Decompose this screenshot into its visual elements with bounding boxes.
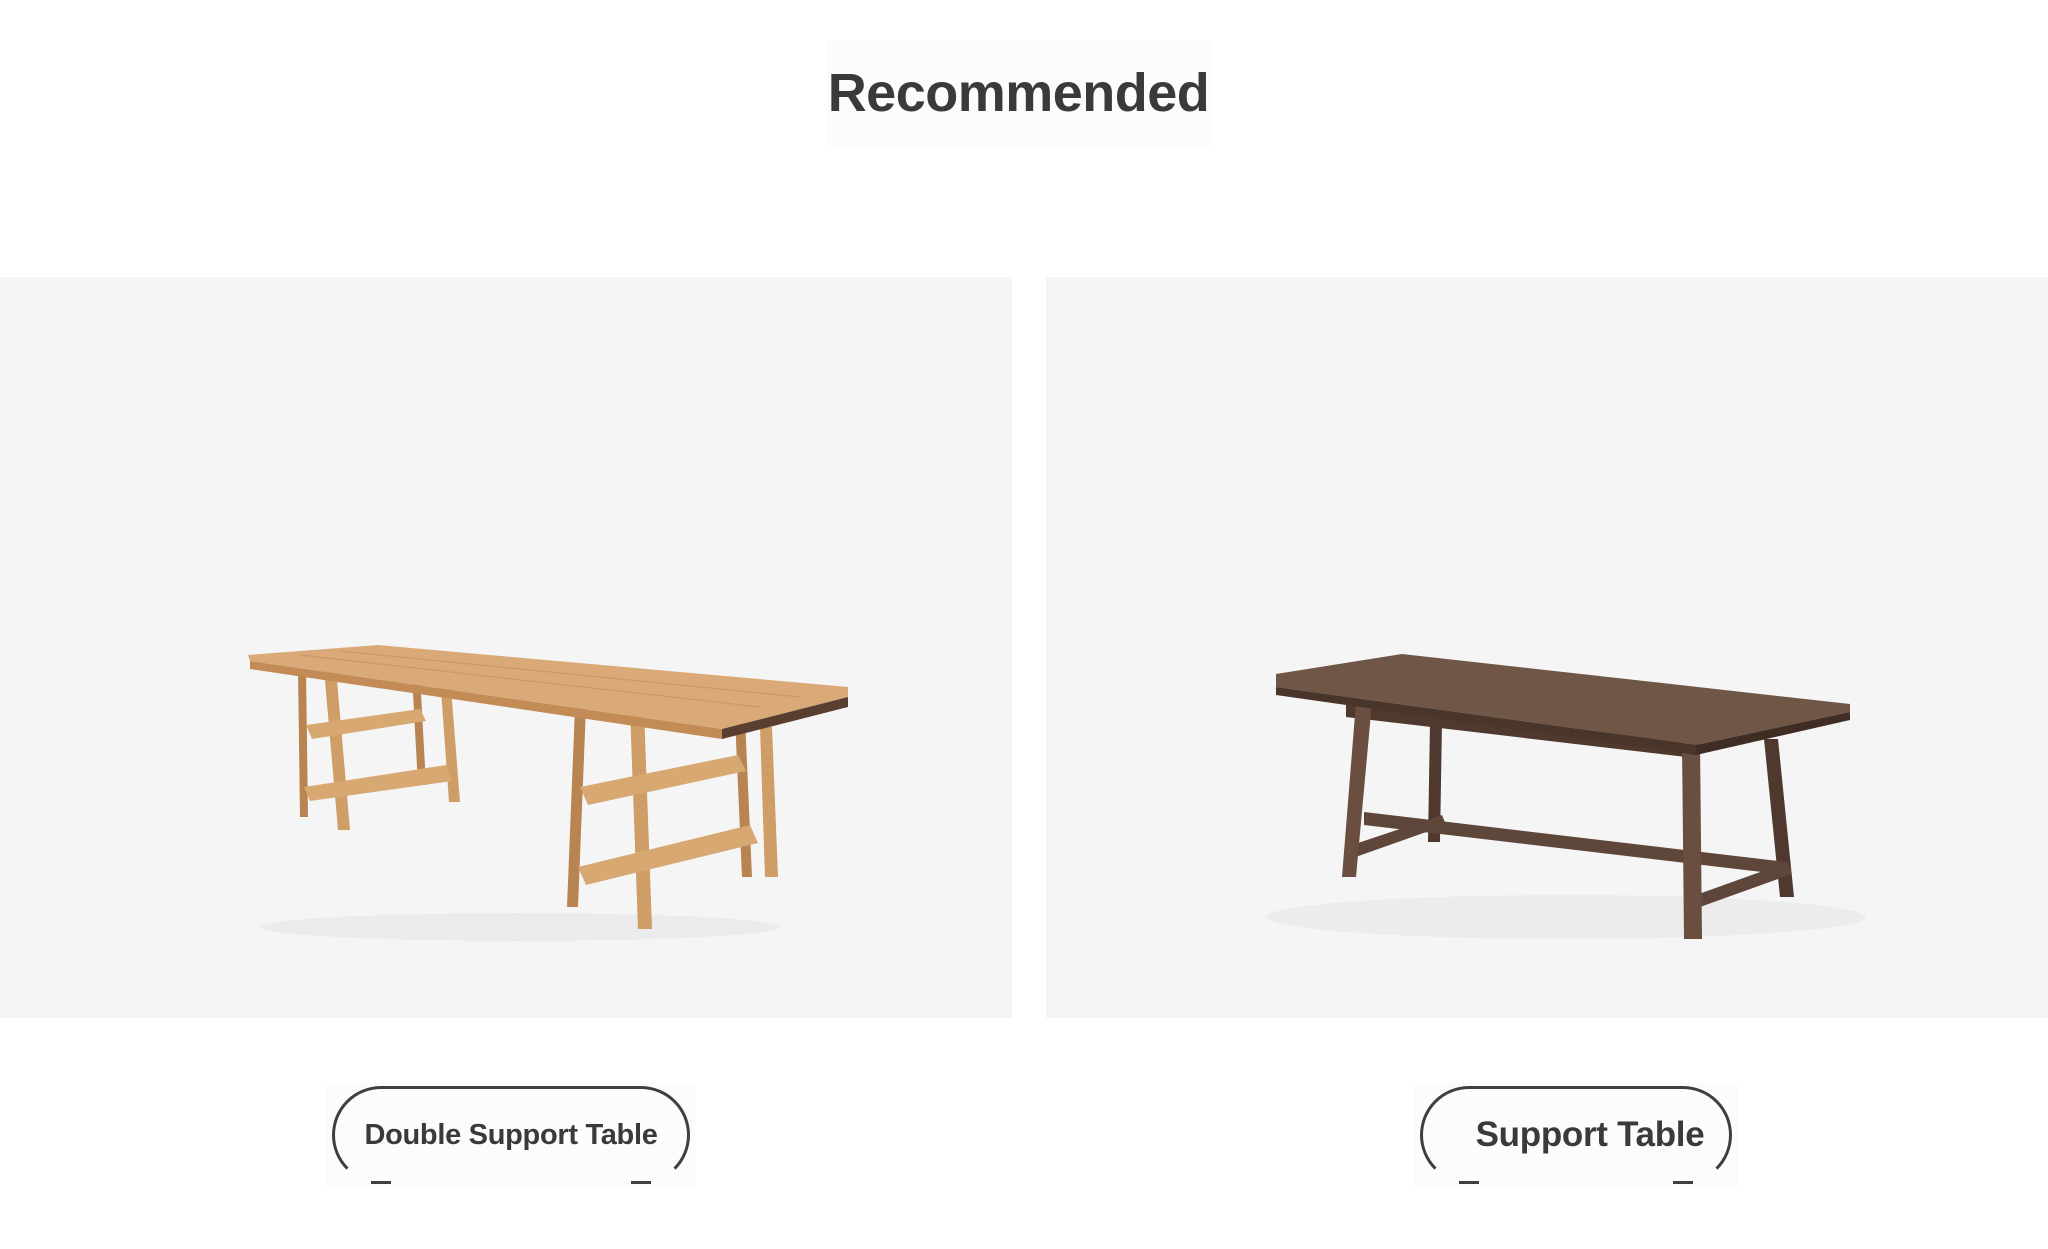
section-heading-container: Recommended [826,40,1211,146]
recommended-section: Recommended Double Support Table Support… [0,0,2048,1249]
double-support-table-illustration [248,645,848,941]
product-name: Support Table [1475,1115,1705,1154]
product-link-double-support-table[interactable]: Double Support Table [332,1086,690,1184]
product-link-support-table[interactable]: Support Table [1420,1086,1732,1184]
product-image-double-support-table[interactable] [0,277,1012,1018]
section-title: Recommended [827,63,1210,123]
product-image-support-table[interactable] [1046,277,2048,1018]
product-name: Double Support Table [364,1118,658,1151]
product-card-double-support-table: Double Support Table [326,1082,696,1188]
support-table-illustration [1266,654,1866,939]
product-card-support-table: Support Table [1414,1082,1738,1188]
